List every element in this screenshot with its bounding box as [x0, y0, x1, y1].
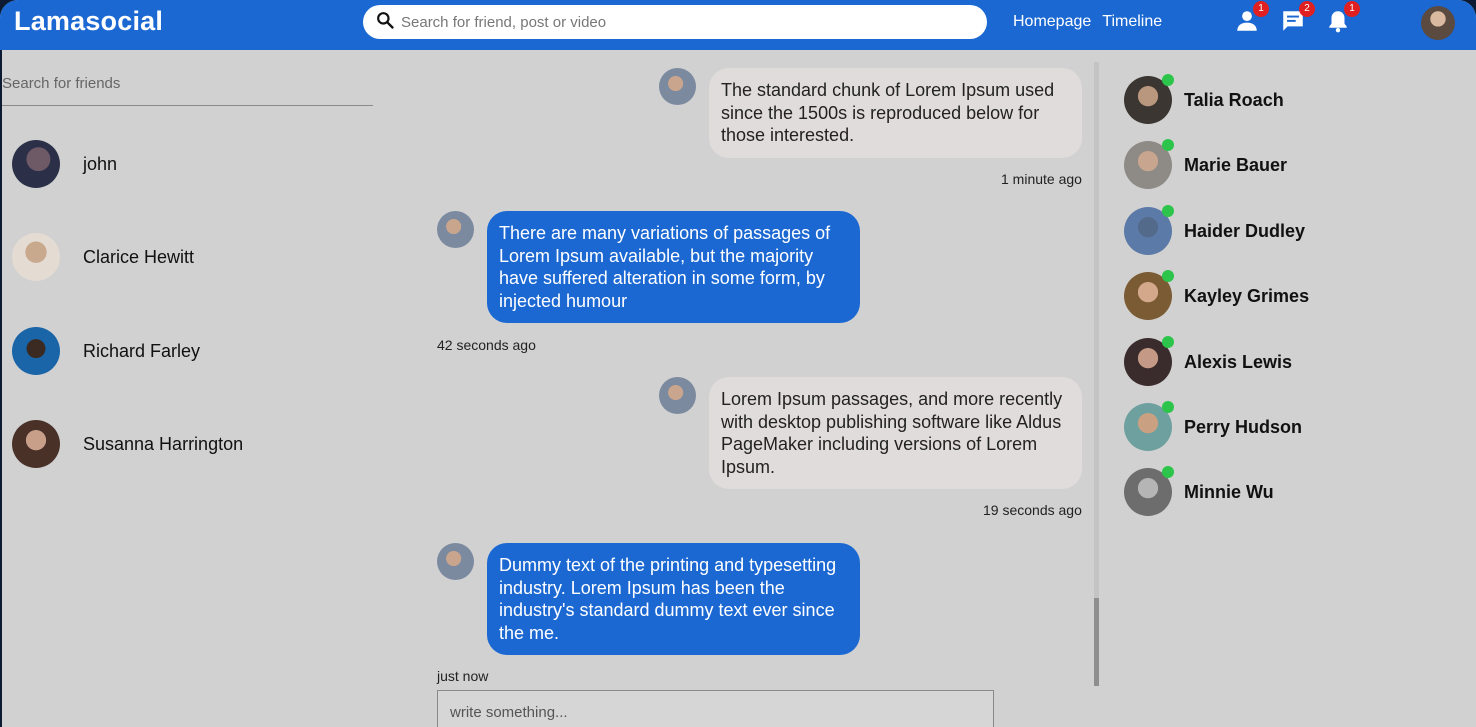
online-status-indicator [1162, 466, 1174, 478]
message-input[interactable] [438, 691, 993, 727]
message-avatar [659, 68, 696, 105]
conversation-name: Susanna Harrington [83, 433, 244, 454]
online-friend-item[interactable]: Minnie Wu [1124, 466, 1274, 516]
online-friend-name: Kayley Grimes [1184, 285, 1310, 306]
online-friend-name: Talia Roach [1184, 89, 1284, 110]
topbar: Lamasocial Homepage Timeline 1 2 [0, 0, 1476, 50]
conversation-item[interactable]: Clarice Hewitt [12, 233, 194, 281]
message-timestamp: 1 minute ago [1001, 171, 1082, 187]
online-friend-name: Alexis Lewis [1184, 351, 1293, 372]
online-friend-item[interactable]: Perry Hudson [1124, 401, 1303, 451]
online-friend-name: Minnie Wu [1184, 481, 1274, 502]
messages-badge: 2 [1299, 1, 1315, 17]
conversation-name: Richard Farley [83, 340, 201, 361]
online-friend-item[interactable]: Talia Roach [1124, 74, 1284, 124]
person-icon [1234, 11, 1260, 38]
profile-avatar[interactable] [1421, 6, 1455, 40]
message-composer[interactable] [437, 690, 994, 727]
notifications-button[interactable]: 1 [1325, 1, 1360, 34]
friend-requests-badge: 1 [1253, 1, 1269, 17]
online-status-indicator [1162, 74, 1174, 86]
search-input[interactable] [401, 13, 961, 31]
message-timestamp: 42 seconds ago [437, 337, 536, 353]
message-timestamp: 19 seconds ago [983, 502, 1082, 518]
message-timestamp: just now [437, 668, 489, 684]
messages-button[interactable]: 2 [1280, 1, 1315, 34]
online-status-indicator [1162, 139, 1174, 151]
message-avatar [437, 211, 474, 248]
message-bubble-own: Lorem Ipsum passages, and more recently … [709, 377, 1082, 489]
search-bar[interactable] [363, 5, 987, 39]
bell-icon [1325, 11, 1351, 38]
online-friend-item[interactable]: Haider Dudley [1124, 205, 1306, 255]
online-friend-name: Marie Bauer [1184, 154, 1288, 175]
window-edge [0, 50, 2, 727]
avatar [12, 233, 60, 281]
online-status-indicator [1162, 270, 1174, 282]
online-friend-name: Perry Hudson [1184, 416, 1303, 437]
avatar [1124, 270, 1174, 320]
online-status-indicator [1162, 205, 1174, 217]
message-avatar [437, 543, 474, 580]
avatar [1124, 139, 1174, 189]
avatar [1124, 466, 1174, 516]
friend-requests-button[interactable]: 1 [1234, 1, 1269, 34]
search-icon [375, 10, 395, 35]
online-friend-name: Haider Dudley [1184, 220, 1306, 241]
logo[interactable]: Lamasocial [14, 6, 163, 37]
avatar [12, 420, 60, 468]
conversation-item[interactable]: john [12, 140, 117, 188]
avatar [12, 140, 60, 188]
online-friend-item[interactable]: Marie Bauer [1124, 139, 1288, 189]
avatar [12, 327, 60, 375]
avatar [1124, 205, 1174, 255]
online-friend-item[interactable]: Kayley Grimes [1124, 270, 1310, 320]
conversation-item[interactable]: Richard Farley [12, 327, 200, 375]
online-status-indicator [1162, 336, 1174, 348]
nav-homepage-link[interactable]: Homepage [1013, 13, 1091, 31]
message-bubble-own: The standard chunk of Lorem Ipsum used s… [709, 68, 1082, 158]
nav-timeline-link[interactable]: Timeline [1102, 13, 1162, 31]
chat-scrollbar-track[interactable] [1094, 62, 1099, 686]
message-bubble-received: There are many variations of passages of… [487, 211, 860, 323]
online-friend-item[interactable]: Alexis Lewis [1124, 336, 1293, 386]
chat-icon [1280, 11, 1306, 38]
nav-links: Homepage Timeline [1013, 13, 1162, 31]
avatar [1124, 401, 1174, 451]
app-window: Lamasocial Homepage Timeline 1 2 [0, 0, 1476, 727]
avatar [1124, 74, 1174, 124]
friend-search-input[interactable] [2, 70, 373, 92]
chat-scrollbar-thumb[interactable] [1094, 598, 1099, 686]
message-bubble-received: Dummy text of the printing and typesetti… [487, 543, 860, 655]
conversation-item[interactable]: Susanna Harrington [12, 420, 243, 468]
conversation-name: Clarice Hewitt [83, 246, 195, 267]
online-status-indicator [1162, 401, 1174, 413]
message-avatar [659, 377, 696, 414]
friend-search-field[interactable] [2, 70, 373, 106]
avatar [1124, 336, 1174, 386]
conversation-name: john [83, 153, 118, 174]
notifications-badge: 1 [1344, 1, 1360, 17]
